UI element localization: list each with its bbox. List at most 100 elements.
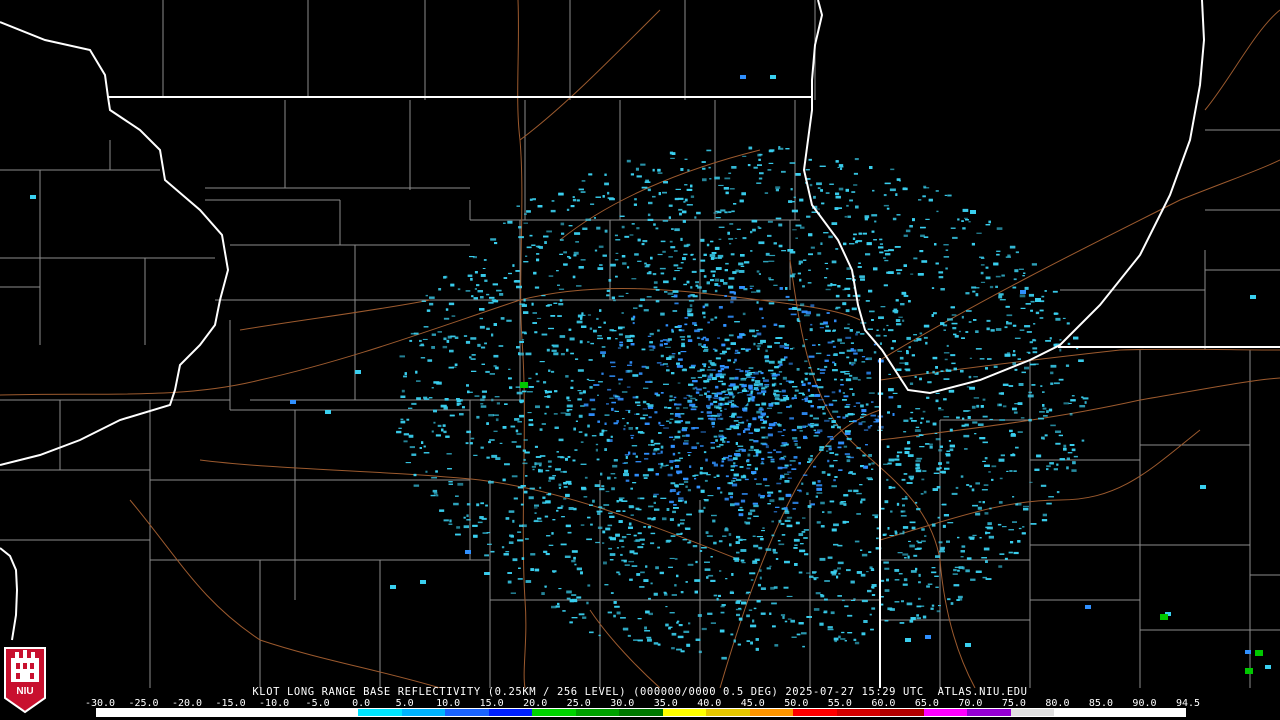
echo-pixel xyxy=(831,391,836,394)
echo-pixel xyxy=(563,470,567,473)
echo-pixel xyxy=(545,553,550,556)
echo-pixel xyxy=(869,310,875,313)
echo-pixel xyxy=(964,217,968,219)
echo-pixel xyxy=(582,616,587,619)
echo-pixel xyxy=(718,184,724,186)
echo-pixel xyxy=(714,316,718,319)
echo-pixel xyxy=(883,335,887,337)
echo-pixel xyxy=(933,472,940,474)
echo-pixel xyxy=(578,414,583,418)
echo-pixel xyxy=(968,536,975,539)
echo-pixel xyxy=(971,242,975,246)
echo-pixel xyxy=(508,377,512,380)
echo-pixel xyxy=(833,523,839,527)
echo-pixel xyxy=(568,256,572,259)
echo-pixel xyxy=(816,378,821,381)
echo-pixel xyxy=(575,358,579,360)
echo-pixel xyxy=(474,271,478,274)
echo-pixel xyxy=(857,349,863,352)
echo-pixel xyxy=(860,498,866,501)
echo-pixel xyxy=(918,199,922,201)
echo-pixel xyxy=(883,204,889,207)
echo-pixel xyxy=(726,347,731,350)
echo-pixel xyxy=(809,459,812,462)
echo-pixel xyxy=(892,392,898,394)
echo-pixel xyxy=(833,479,836,482)
echo-pixel xyxy=(398,427,402,429)
echo-pixel xyxy=(950,306,955,309)
echo-pixel xyxy=(534,445,538,448)
echo-pixel xyxy=(423,452,430,454)
echo-pixel xyxy=(628,560,634,563)
echo-pixel xyxy=(1046,410,1049,413)
echo-pixel xyxy=(679,457,683,459)
echo-pixel xyxy=(950,227,956,229)
echo-pixel xyxy=(612,464,618,468)
echo-pixel xyxy=(637,532,642,535)
echo-pixel xyxy=(637,431,644,434)
echo-pixel xyxy=(533,507,538,509)
echo-pixel xyxy=(527,412,532,414)
echo-pixel xyxy=(807,282,812,284)
echo-pixel xyxy=(850,342,854,344)
echo-pixel xyxy=(982,460,986,462)
echo-pixel xyxy=(622,510,626,512)
echo-pixel xyxy=(784,480,790,483)
echo-pixel xyxy=(772,548,776,552)
echo-pixel xyxy=(706,535,713,537)
echo-pixel xyxy=(690,408,697,411)
echo-pixel xyxy=(644,181,651,183)
echo-pixel xyxy=(660,312,665,316)
echo-pixel xyxy=(543,550,548,553)
echo-pixel xyxy=(584,476,588,479)
echo-pixel xyxy=(748,609,753,611)
echo-pixel xyxy=(502,426,507,429)
echo-pixel xyxy=(684,527,688,529)
echo-pixel xyxy=(615,239,621,241)
echo-pixel xyxy=(846,349,852,352)
echo-pixel xyxy=(704,392,707,395)
echo-pixel xyxy=(745,348,751,351)
echo-pixel xyxy=(882,533,886,536)
echo-pixel xyxy=(768,369,774,372)
echo-pixel xyxy=(619,343,624,346)
echo-pixel xyxy=(1055,430,1061,433)
echo-pixel xyxy=(602,542,605,544)
echo-pixel xyxy=(729,590,734,593)
echo-pixel xyxy=(523,222,528,224)
echo-pixel xyxy=(717,254,724,258)
echo-pixel xyxy=(674,484,678,487)
echo-pixel xyxy=(996,253,1000,256)
echo-pixel xyxy=(479,325,485,329)
echo-pixel xyxy=(782,376,787,380)
echo-pixel xyxy=(568,328,572,331)
echo-pixel xyxy=(636,573,641,576)
echo-pixel xyxy=(551,349,557,352)
echo-pixel xyxy=(796,368,800,371)
echo-pixel xyxy=(900,510,906,513)
echo-pixel xyxy=(462,406,465,409)
echo-pixel xyxy=(757,583,761,587)
echo-pixel xyxy=(975,293,979,297)
echo-pixel xyxy=(486,456,490,459)
echo-pixel xyxy=(998,565,1003,568)
echo-pixel xyxy=(692,322,697,325)
echo-pixel xyxy=(682,257,686,261)
echo-pixel xyxy=(465,442,469,445)
echo-pixel xyxy=(974,433,977,435)
echo-pixel xyxy=(1030,309,1033,312)
echo-pixel xyxy=(995,275,1001,278)
echo-pixel xyxy=(896,269,903,271)
echo-pixel xyxy=(843,503,847,506)
echo-pixel xyxy=(532,312,537,314)
echo-pixel xyxy=(536,380,540,383)
echo-pixel xyxy=(727,315,734,318)
echo-pixel xyxy=(694,324,698,326)
echo-pixel xyxy=(865,253,871,256)
echo-pixel xyxy=(566,348,569,352)
echo-pixel xyxy=(914,548,921,550)
echo-pixel xyxy=(773,551,778,554)
echo-pixel xyxy=(609,515,615,518)
echo-pixel xyxy=(713,212,718,214)
echo-pixel xyxy=(834,319,837,323)
